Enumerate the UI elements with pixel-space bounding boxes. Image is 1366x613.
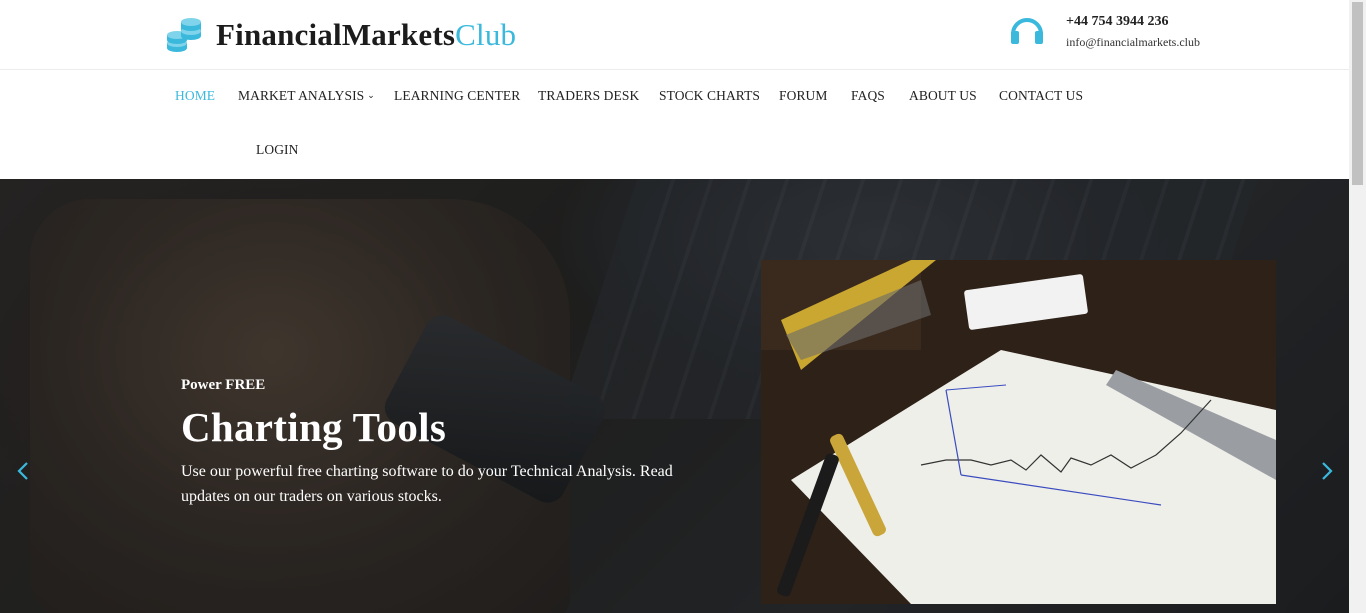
nav-item-home[interactable]: HOME — [175, 88, 215, 104]
top-header: FinancialMarketsClub +44 754 3944 236 in… — [0, 0, 1349, 70]
contact-phone[interactable]: +44 754 3944 236 — [1066, 12, 1200, 32]
nav-item-forum[interactable]: FORUM — [779, 88, 828, 104]
chart-paper-illustration — [761, 260, 1276, 604]
slider-next-button[interactable] — [1318, 460, 1338, 482]
nav-item-stock-charts[interactable]: STOCK CHARTS — [659, 88, 760, 104]
chevron-right-icon — [1322, 462, 1333, 480]
nav-item-traders-desk[interactable]: TRADERS DESK — [538, 88, 639, 104]
slide-image-chart-paper — [761, 260, 1276, 604]
nav-item-learning-center[interactable]: LEARNING CENTER — [394, 88, 520, 104]
contact-text: +44 754 3944 236 info@financialmarkets.c… — [1066, 12, 1200, 52]
slide-text: Use our powerful free charting software … — [181, 463, 673, 505]
contact-email[interactable]: info@financialmarkets.club — [1066, 32, 1200, 52]
scrollbar-thumb[interactable] — [1352, 2, 1363, 185]
nav-item-faqs[interactable]: FAQS — [851, 88, 885, 104]
nav-item-login[interactable]: LOGIN — [256, 142, 299, 158]
slide-kicker: Power FREE — [181, 377, 266, 393]
coins-logo-icon — [167, 18, 201, 52]
nav-item-contact-us[interactable]: CONTACT US — [999, 88, 1083, 104]
site-logo-text: FinancialMarketsClub — [216, 16, 516, 54]
nav-item-market-analysis-label: MARKET ANALYSIS — [238, 88, 365, 103]
contact-block: +44 754 3944 236 info@financialmarkets.c… — [1008, 12, 1200, 52]
slide-title: Charting Tools — [181, 404, 447, 450]
nav-item-about-us[interactable]: ABOUT US — [909, 88, 977, 104]
slider-prev-button[interactable] — [14, 460, 34, 482]
logo-name-main: FinancialMarkets — [216, 17, 456, 52]
nav-item-market-analysis[interactable]: MARKET ANALYSIS ⌄ — [238, 88, 375, 104]
page-scrollbar[interactable] — [1349, 0, 1366, 613]
hero-slider: Power FREE Charting Tools Use our powerf… — [0, 179, 1349, 613]
site-logo[interactable]: FinancialMarketsClub — [166, 14, 516, 54]
logo-name-accent: Club — [455, 17, 517, 52]
main-nav: HOME MARKET ANALYSIS ⌄ LEARNING CENTER TR… — [0, 71, 1349, 179]
chevron-down-icon: ⌄ — [367, 90, 375, 100]
chevron-left-icon — [17, 462, 28, 480]
headset-icon — [1011, 18, 1043, 44]
slide-caption: Power FREE Charting Tools Use our powerf… — [181, 376, 741, 509]
